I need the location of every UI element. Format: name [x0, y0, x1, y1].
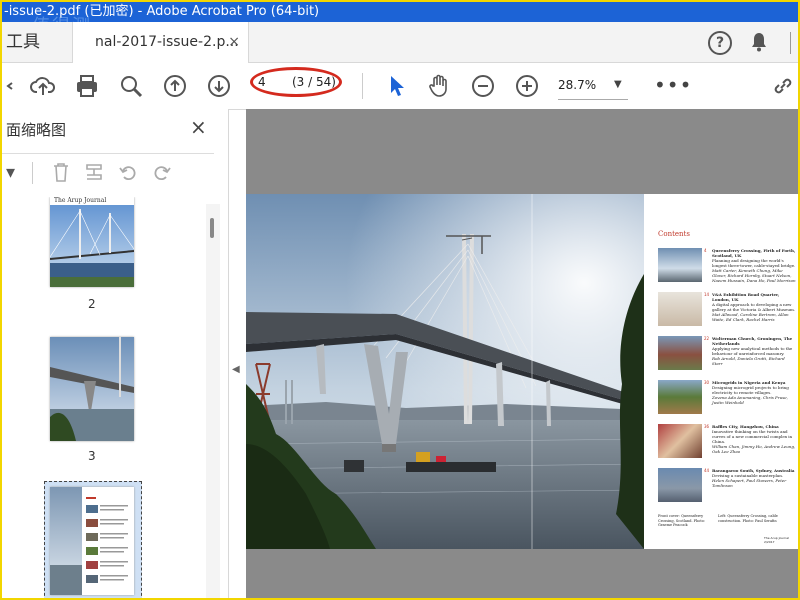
thumbnail-header-text: The Arup Journal — [54, 197, 107, 204]
more-tools-icon[interactable]: ••• — [654, 73, 692, 97]
contents-thumbnail — [658, 292, 702, 326]
contents-thumbnail — [658, 424, 702, 458]
contents-item-text: Queensferry Crossing, Firth of Forth, Sc… — [712, 248, 796, 283]
print-icon[interactable] — [74, 73, 100, 99]
page-spread: Contents 4 Queensferry Crossing, Firth o… — [246, 194, 798, 549]
bridge-photo — [246, 194, 644, 549]
contents-thumbnail — [658, 468, 702, 502]
thumbnail-page-3[interactable] — [50, 337, 134, 441]
contents-item-desc: Designing microgrid projects to bring el… — [712, 385, 789, 395]
chevron-down-icon[interactable]: ▼ — [614, 79, 622, 90]
tab-bar: 工具 nal-2017-issue-2.p... × ? — [2, 22, 798, 63]
search-zoom-icon[interactable] — [118, 73, 144, 99]
close-panel-icon[interactable]: × — [190, 115, 207, 139]
thumbnail-toolbar: ▾ — [2, 153, 214, 190]
delete-icon[interactable] — [52, 162, 70, 187]
contents-page: Contents 4 Queensferry Crossing, Firth o… — [646, 194, 798, 549]
contents-item[interactable]: 30 Microgrids in Nigeria and Kenya Desig… — [658, 380, 798, 416]
contents-item-title: Queensferry Crossing, Firth of Forth, Sc… — [712, 248, 796, 258]
options-icon[interactable]: ▾ — [6, 162, 15, 183]
collapse-panel-icon[interactable]: ◀ — [232, 364, 240, 375]
contents-item-desc: Innovative thinking on the twists and cu… — [712, 429, 793, 444]
journal-footer: The Arup Journal 2/2017 — [764, 536, 789, 544]
bell-icon[interactable] — [750, 32, 768, 56]
select-arrow-icon[interactable] — [384, 73, 410, 99]
prev-page-icon[interactable] — [162, 73, 188, 99]
divider — [362, 73, 363, 99]
app-window: -issue-2.pdf (已加密) - Adobe Acrobat Pro (… — [0, 0, 800, 600]
contents-item-text: Microgrids in Nigeria and Kenya Designin… — [712, 380, 796, 405]
contents-page-number: 44 — [704, 468, 710, 473]
title-bar: -issue-2.pdf (已加密) - Adobe Acrobat Pro (… — [2, 2, 798, 22]
contents-item-authors: Matt Carter, Kenneth Chung, Mike Glover,… — [712, 268, 796, 283]
contents-item-authors: Helen Schapert, Paul Stowers, Peter Toml… — [712, 478, 787, 488]
contents-thumbnail — [658, 380, 702, 414]
thumbnail-page-number: 3 — [88, 449, 96, 463]
help-icon[interactable]: ? — [708, 31, 732, 55]
contents-page-number: 4 — [704, 248, 707, 253]
contents-item-authors: Mat Allwood, Caroline Bertram, Allan Wai… — [712, 312, 789, 322]
page-thumbnails-panel: 面缩略图 × ▾ The Arup Journal 2 3 — [2, 109, 229, 598]
contents-item-authors: Rob Arnold, Daniela Grotti, Richard Star… — [712, 356, 785, 366]
contents-page-number: 14 — [704, 292, 710, 297]
upload-icon[interactable] — [30, 73, 56, 99]
tab-document-label: nal-2017-issue-2.p... — [95, 34, 239, 50]
divider — [32, 162, 33, 184]
contents-item[interactable]: 44 Barangaroo South, Sydney, Australia D… — [658, 468, 798, 504]
contents-item-desc: Planning and designing the world's longe… — [712, 258, 796, 268]
contents-item-text: Raffles City, Hangzhou, China Innovative… — [712, 424, 796, 454]
thumbnail-page-2[interactable]: The Arup Journal — [50, 197, 134, 287]
zoom-in-icon[interactable] — [514, 73, 540, 99]
contents-page-number: 36 — [704, 424, 710, 429]
contents-thumbnail — [658, 248, 702, 282]
undo-icon[interactable] — [118, 162, 138, 187]
contents-item-authors: Zovena Ada Anumaning, Chris Pruse, Justi… — [712, 395, 788, 405]
contents-item-title: V&A Exhibition Road Quarter, London, UK — [712, 292, 780, 302]
contents-item[interactable]: 22 Wolterman Church, Groningen, The Neth… — [658, 336, 798, 372]
thumbnail-list: The Arup Journal 2 3 — [2, 197, 206, 598]
contents-page-number: 22 — [704, 336, 710, 341]
contents-footer: Front cover: Queensferry Crossing, Scotl… — [658, 514, 794, 528]
zoom-out-icon[interactable] — [470, 73, 496, 99]
contents-item-title: Wolterman Church, Groningen, The Netherl… — [712, 336, 793, 346]
share-link-icon[interactable] — [770, 73, 796, 99]
scrollbar-thumb[interactable] — [210, 218, 214, 238]
contents-thumbnail — [658, 336, 702, 370]
footer-left-caption: Front cover: Queensferry Crossing, Scotl… — [658, 514, 706, 527]
contents-item-authors: William Chan, Jimmy Ho, Andrew Leung, Oa… — [712, 444, 796, 454]
panel-title: 面缩略图 — [6, 121, 67, 139]
chevron-left-icon[interactable] — [4, 73, 30, 99]
document-view[interactable]: Contents 4 Queensferry Crossing, Firth o… — [246, 109, 798, 598]
extract-icon[interactable] — [84, 162, 104, 187]
next-page-icon[interactable] — [206, 73, 232, 99]
thumbnail-scrollbar[interactable] — [206, 204, 220, 598]
contents-item[interactable]: 36 Raffles City, Hangzhou, China Innovat… — [658, 424, 798, 460]
contents-item[interactable]: 4 Queensferry Crossing, Firth of Forth, … — [658, 248, 798, 284]
contents-item-desc: Applying new analytical methods to the b… — [712, 346, 793, 356]
tab-tools[interactable]: 工具 — [2, 22, 74, 62]
thumbnail-page-4[interactable] — [50, 487, 134, 595]
contents-title: Contents — [658, 230, 690, 238]
divider — [790, 32, 791, 54]
close-tab-icon[interactable]: × — [228, 22, 240, 62]
footer-right-caption: Left: Queensferry Crossing, cable constr… — [718, 514, 778, 523]
tab-document[interactable]: nal-2017-issue-2.p... × — [72, 22, 249, 63]
contents-item-text: Barangaroo South, Sydney, Australia Devi… — [712, 468, 796, 488]
zoom-level[interactable]: 28.7% — [558, 78, 596, 92]
contents-page-number: 30 — [704, 380, 710, 385]
redo-icon[interactable] — [152, 162, 172, 187]
contents-item[interactable]: 14 V&A Exhibition Road Quarter, London, … — [658, 292, 798, 328]
highlight-annotation — [250, 67, 342, 97]
contents-item-text: Wolterman Church, Groningen, The Netherl… — [712, 336, 796, 366]
thumbnail-page-number: 2 — [88, 297, 96, 311]
zoom-underline — [558, 99, 628, 100]
hand-icon[interactable] — [426, 73, 452, 99]
contents-item-text: V&A Exhibition Road Quarter, London, UK … — [712, 292, 796, 322]
main-toolbar: 4 (3 / 54) 28.7% ▼ ••• — [2, 63, 798, 110]
contents-item-desc: A digital approach to developing a new g… — [712, 302, 796, 312]
